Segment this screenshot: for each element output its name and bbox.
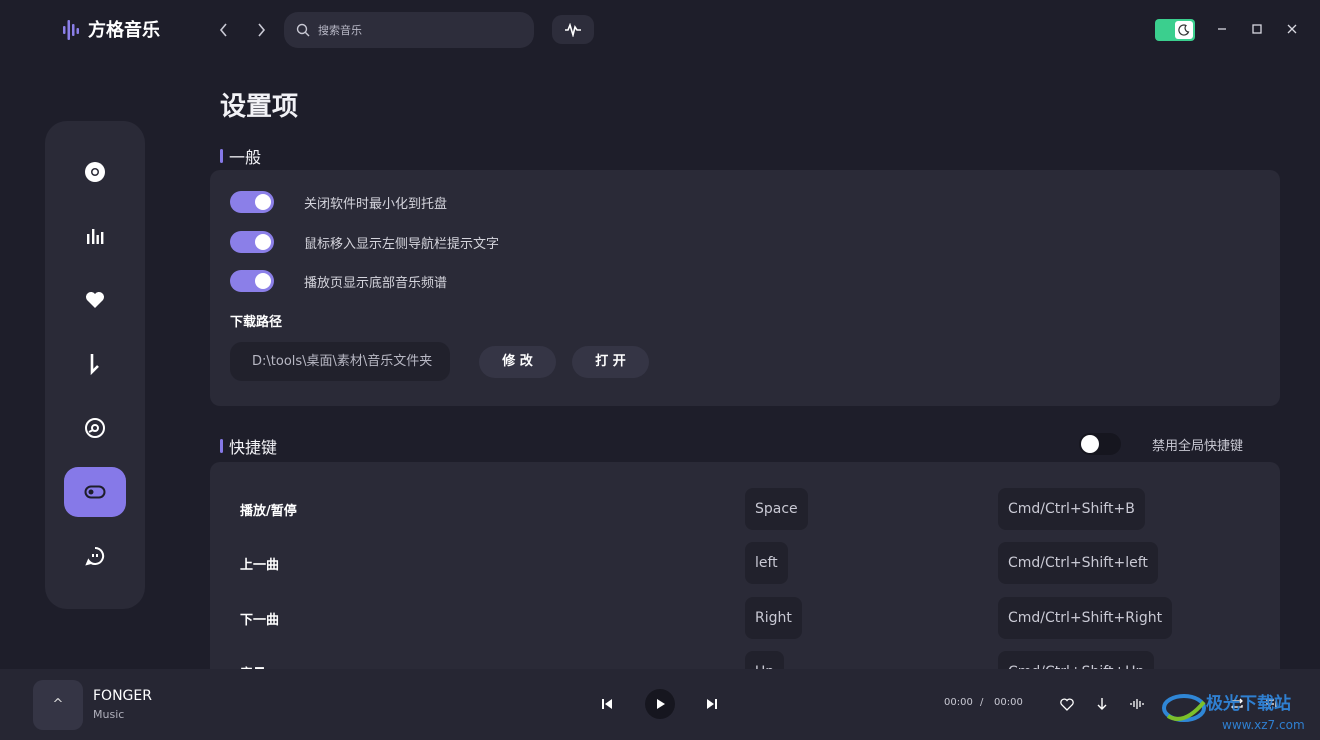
shortcut-name: 播放/暂停: [240, 504, 297, 519]
shortcut-local-key[interactable]: left: [745, 542, 788, 584]
watermark-graphic: 极光下载站 www.xz7.com: [1162, 693, 1305, 732]
shortcut-name: 上一曲: [240, 558, 280, 573]
album-cover[interactable]: ^: [33, 680, 83, 730]
next-track-button[interactable]: [699, 691, 725, 717]
app-name: 方格音乐: [88, 20, 160, 41]
previous-icon: [602, 699, 612, 709]
like-button[interactable]: [1058, 695, 1076, 713]
download-button[interactable]: [1093, 695, 1111, 713]
sidebar-item-library[interactable]: [64, 403, 126, 453]
general-settings-card: 关闭软件时最小化到托盘 鼠标移入显示左侧导航栏提示文字 播放页显示底部音乐频谱 …: [210, 170, 1280, 406]
page-title: 设置项: [220, 92, 299, 122]
section-general-title: 一般: [220, 144, 261, 168]
download-path-label: 下载路径: [230, 315, 283, 330]
download-icon: [1097, 698, 1107, 710]
disable-global-shortcuts-toggle[interactable]: [1079, 433, 1121, 455]
shortcuts-card: 播放/暂停 Space Cmd/Ctrl+Shift+B 上一曲 left Cm…: [210, 462, 1280, 669]
theme-toggle[interactable]: [1155, 19, 1195, 41]
search-icon: [296, 23, 310, 37]
sidebar-item-charts[interactable]: [64, 211, 126, 261]
section-accent-bar: [220, 149, 223, 163]
download-path-field[interactable]: D:\tools\桌面\素材\音乐文件夹: [230, 342, 450, 381]
search-bar[interactable]: [284, 12, 534, 48]
section-shortcuts-title: 快捷键: [220, 434, 277, 458]
waveform-icon: [565, 22, 581, 37]
settings-toggle-icon: [84, 485, 106, 499]
minimize-icon: [1218, 28, 1226, 30]
shortcut-row: 播放/暂停 Space Cmd/Ctrl+Shift+B: [210, 488, 1280, 530]
shortcut-row: 下一曲 Right Cmd/Ctrl+Shift+Right: [210, 597, 1280, 639]
shortcut-row: 音量 Up Cmd/Ctrl+Shift+Up: [210, 651, 1280, 669]
chevron-right-icon: [258, 23, 266, 37]
section-shortcuts-label: 快捷键: [229, 438, 278, 457]
spectrum-button[interactable]: [1128, 695, 1146, 713]
section-accent-bar: [220, 439, 223, 453]
shortcut-local-key[interactable]: Right: [745, 597, 802, 639]
minimize-to-tray-label: 关闭软件时最小化到托盘: [304, 197, 448, 212]
disc-icon: [85, 162, 105, 182]
sidebar-item-discover[interactable]: [64, 147, 126, 197]
player-bar: ^ FONGER Music 00:00 / 00:00: [0, 669, 1320, 740]
current-time: 00:00: [944, 697, 973, 708]
sidebar-item-favorites[interactable]: [64, 275, 126, 325]
shortcut-local-key[interactable]: Up: [745, 651, 785, 669]
minimize-button[interactable]: [1211, 19, 1233, 41]
disable-global-shortcuts-label: 禁用全局快捷键: [1152, 439, 1244, 454]
next-icon: [707, 699, 717, 709]
chat-bubble-icon: [85, 546, 105, 566]
moon-icon: [1175, 21, 1193, 39]
watermark-url: www.xz7.com: [1222, 718, 1305, 732]
close-button[interactable]: [1281, 19, 1303, 41]
back-button[interactable]: [213, 19, 235, 41]
minimize-to-tray-toggle[interactable]: [230, 191, 274, 213]
shortcut-local-key[interactable]: Space: [745, 488, 808, 530]
shortcut-global-key[interactable]: Cmd/Ctrl+Shift+Up: [998, 651, 1155, 669]
maximize-icon: [1252, 24, 1262, 34]
time-separator: /: [980, 697, 984, 708]
shortcut-global-key[interactable]: Cmd/Ctrl+Shift+B: [998, 488, 1145, 530]
sidebar-item-downloads[interactable]: [64, 339, 126, 389]
watermark-logo: 极光下载站 www.xz7.com: [1160, 686, 1310, 736]
audio-wave-button[interactable]: [552, 15, 594, 44]
download-arrow-icon: [90, 354, 99, 375]
play-icon: [657, 699, 665, 709]
heart-outline-icon: [1060, 697, 1074, 711]
shortcut-global-key[interactable]: Cmd/Ctrl+Shift+left: [998, 542, 1158, 584]
sidebar: [45, 121, 145, 609]
sidebar-item-feedback[interactable]: [64, 531, 126, 581]
sidebar-item-settings[interactable]: [64, 467, 126, 517]
shortcut-name: 下一曲: [240, 613, 280, 628]
watermark-title: 极光下载站: [1206, 693, 1291, 714]
show-spectrum-toggle[interactable]: [230, 270, 274, 292]
chart-bars-icon: [87, 229, 104, 244]
open-path-button[interactable]: 打 开: [572, 346, 649, 378]
shortcut-global-key[interactable]: Cmd/Ctrl+Shift+Right: [998, 597, 1173, 639]
spectrum-icon: [1130, 699, 1144, 709]
total-time: 00:00: [994, 697, 1023, 708]
song-title: FONGER: [93, 688, 152, 704]
previous-track-button[interactable]: [594, 691, 620, 717]
song-artist: Music: [93, 708, 125, 721]
vinyl-icon: [85, 418, 105, 438]
close-icon: [1287, 24, 1297, 34]
play-button[interactable]: [645, 689, 675, 719]
app-logo: 方格音乐: [62, 16, 160, 42]
chevron-left-icon: [219, 23, 227, 37]
search-input[interactable]: [318, 23, 518, 37]
show-spectrum-label: 播放页显示底部音乐频谱: [304, 276, 448, 291]
shortcut-row: 上一曲 left Cmd/Ctrl+Shift+left: [210, 542, 1280, 584]
logo-wave-icon: [63, 20, 79, 40]
heart-icon: [86, 292, 104, 308]
show-nav-tips-toggle[interactable]: [230, 231, 274, 253]
show-nav-tips-label: 鼠标移入显示左侧导航栏提示文字: [304, 237, 500, 252]
section-general-label: 一般: [229, 148, 262, 167]
maximize-button[interactable]: [1246, 19, 1268, 41]
forward-button[interactable]: [250, 19, 272, 41]
modify-path-button[interactable]: 修 改: [479, 346, 556, 378]
